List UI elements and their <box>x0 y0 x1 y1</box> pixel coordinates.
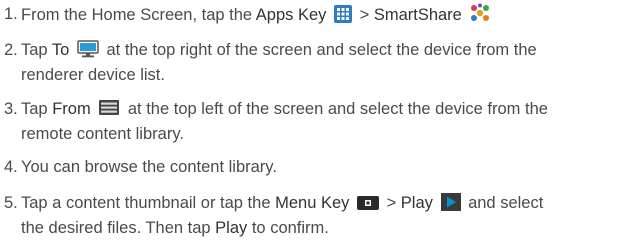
menu-key-label: Menu Key <box>275 194 350 212</box>
step-number: 4. <box>4 158 18 176</box>
step-4-text: You can browse the content library. <box>21 158 277 176</box>
smartshare-icon <box>469 3 491 29</box>
step-5-text: Tap a content thumbnail or tap the Menu … <box>21 192 621 239</box>
from-label: From <box>52 100 91 118</box>
step-number: 3. <box>4 100 18 118</box>
menu-key-icon <box>356 195 379 217</box>
to-label: To <box>51 41 70 59</box>
step-5-line-2: the desired files. Then tap Play to conf… <box>21 217 621 239</box>
monitor-icon <box>77 40 99 64</box>
step-1-lead: From the Home Screen, tap the <box>21 6 256 24</box>
library-icon <box>98 99 120 123</box>
step-3-text: Tap From at the top left of the screen a… <box>21 98 621 145</box>
apps-key-label: Apps Key <box>255 6 327 24</box>
play-icon <box>440 193 461 217</box>
step-5-line-1-rest: and select <box>463 194 544 212</box>
play-label-2: Play <box>215 219 248 237</box>
step-2-line-2: renderer device list. <box>21 66 165 84</box>
step-3-lead: Tap <box>21 100 53 118</box>
step-2-text: Tap To at the top right of the screen an… <box>21 39 621 86</box>
step-number: 2. <box>4 41 18 59</box>
step-2-line-1-rest: at the top right of the screen and selec… <box>101 41 537 59</box>
step-number: 5. <box>4 194 18 212</box>
step-2-line-1: Tap To at the top right of the screen an… <box>21 39 621 64</box>
apps-grid-icon <box>334 5 352 29</box>
step-number: 1. <box>4 5 18 23</box>
smartshare-label: SmartShare <box>373 6 462 24</box>
step-3-line-1-rest: at the top left of the screen and select… <box>123 100 548 118</box>
step-3-line-1: Tap From at the top left of the screen a… <box>21 98 621 123</box>
step-5-lead: Tap a content thumbnail or tap the <box>21 194 276 212</box>
step-1-text: From the Home Screen, tap the Apps Key >… <box>21 3 621 29</box>
step-5-line-2-b: to confirm. <box>247 219 329 237</box>
step-3-line-2: remote content library. <box>21 125 184 143</box>
play-label: Play <box>400 194 433 212</box>
separator: > <box>355 6 374 24</box>
step-2-lead: Tap <box>21 41 52 59</box>
step-5-line-2-a: the desired files. Then tap <box>21 219 216 237</box>
separator: > <box>381 194 401 212</box>
step-5-line-1: Tap a content thumbnail or tap the Menu … <box>21 192 621 217</box>
